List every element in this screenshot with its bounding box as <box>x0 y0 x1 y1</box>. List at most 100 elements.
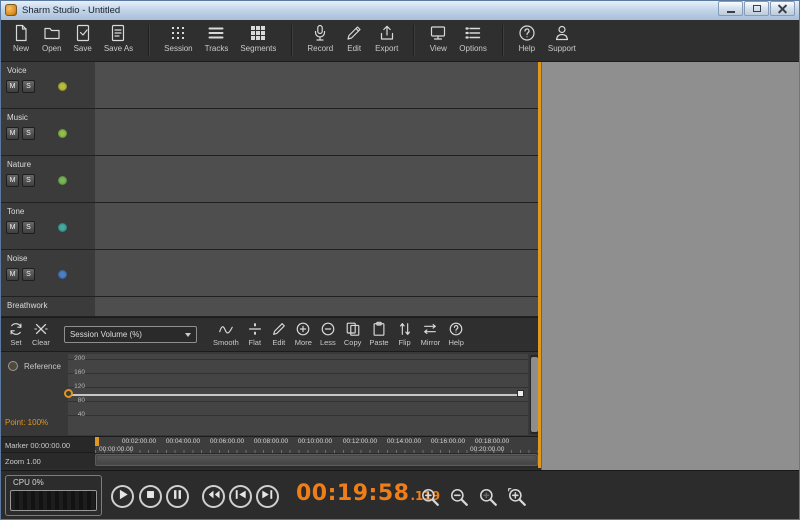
save-as-button[interactable]: Save As <box>98 20 139 61</box>
mute-button[interactable]: M <box>6 127 19 140</box>
export-button[interactable]: Export <box>369 20 404 61</box>
flip-button[interactable]: Flip <box>393 318 417 351</box>
solo-button[interactable]: S <box>22 268 35 281</box>
track-header[interactable]: Music M S <box>0 109 95 155</box>
horizontal-scrollbar[interactable] <box>95 454 538 466</box>
track-lane[interactable] <box>95 109 538 155</box>
ruler-end-label: 00:20:00.00 <box>470 446 504 453</box>
session-button[interactable]: Session <box>158 20 198 61</box>
edit-button[interactable]: Edit <box>339 20 369 61</box>
track-header[interactable]: Tone M S <box>0 203 95 249</box>
arrange-group: Session Tracks Segments <box>158 20 282 61</box>
stop-button[interactable] <box>139 485 162 508</box>
segments-button[interactable]: Segments <box>234 20 282 61</box>
grid-line <box>68 373 528 374</box>
mute-button[interactable]: M <box>6 80 19 93</box>
track-color-dot[interactable] <box>58 129 67 138</box>
mute-button[interactable]: M <box>6 174 19 187</box>
track-lane[interactable] <box>95 250 538 296</box>
new-button[interactable]: New <box>6 20 36 61</box>
minimize-button[interactable] <box>718 1 743 16</box>
track-row: Music M S <box>0 109 538 156</box>
mirror-button[interactable]: Mirror <box>417 318 445 351</box>
pause-button[interactable] <box>166 485 189 508</box>
skip-end-button[interactable] <box>256 485 279 508</box>
edit-envelope-button[interactable]: Edit <box>267 318 291 351</box>
rewind-button[interactable] <box>202 485 225 508</box>
play-button[interactable] <box>111 485 134 508</box>
title-bar[interactable]: Sharm Studio - Untitled <box>0 0 800 20</box>
envelope-help-button[interactable]: Help <box>444 318 468 351</box>
skip-start-button[interactable] <box>229 485 252 508</box>
flat-button[interactable]: Flat <box>243 318 267 351</box>
view-button[interactable]: View <box>423 20 453 61</box>
solo-button[interactable]: S <box>22 127 35 140</box>
track-lane[interactable] <box>95 297 538 316</box>
envelope-graph[interactable]: 200 160 120 80 40 <box>68 354 528 435</box>
mute-button[interactable]: M <box>6 268 19 281</box>
toolbar-label: More <box>295 338 312 347</box>
smooth-button[interactable]: Smooth <box>209 318 243 351</box>
track-name: Music <box>7 113 28 122</box>
more-button[interactable]: More <box>291 318 316 351</box>
track-color-dot[interactable] <box>58 82 67 91</box>
track-header[interactable]: Nature M S <box>0 156 95 202</box>
envelope-selector[interactable]: Session Volume (%) <box>64 326 197 343</box>
reference-label: Reference <box>24 362 61 371</box>
track-name: Breathwork <box>7 301 47 310</box>
skip-start-icon <box>231 485 250 509</box>
track-lane[interactable] <box>95 156 538 202</box>
reference-radio[interactable] <box>8 361 18 371</box>
envelope-end-handle[interactable] <box>517 390 524 397</box>
track-color-dot[interactable] <box>58 176 67 185</box>
zoom-in-button[interactable] <box>420 487 440 507</box>
less-button[interactable]: Less <box>316 318 340 351</box>
zoom-out-button[interactable] <box>449 487 469 507</box>
clear-cross-icon <box>33 320 49 337</box>
envelope-start-point[interactable] <box>64 389 73 398</box>
record-button[interactable]: Record <box>301 20 339 61</box>
zoom-fit-button[interactable] <box>507 487 527 507</box>
track-row: Breathwork <box>0 297 538 317</box>
options-button[interactable]: Options <box>453 20 493 61</box>
scrollbar-thumb[interactable] <box>97 456 536 464</box>
track-color-dot[interactable] <box>58 223 67 232</box>
app-logo-icon <box>5 4 17 16</box>
solo-button[interactable]: S <box>22 221 35 234</box>
track-header[interactable]: Breathwork <box>0 297 95 316</box>
session-grid-icon <box>169 23 187 42</box>
toolbar-label: Open <box>42 44 62 53</box>
paste-button[interactable]: Paste <box>365 318 392 351</box>
clear-button[interactable]: Clear <box>28 318 54 351</box>
close-button[interactable] <box>770 1 795 16</box>
mute-button[interactable]: M <box>6 221 19 234</box>
support-button[interactable]: Support <box>542 20 582 61</box>
skip-end-icon <box>258 485 277 509</box>
help-button[interactable]: Help <box>512 20 542 61</box>
y-axis-label: 200 <box>69 355 85 362</box>
track-header[interactable]: Voice M S <box>0 62 95 108</box>
rewind-icon <box>204 485 223 509</box>
track-lane[interactable] <box>95 62 538 108</box>
maximize-icon <box>753 5 761 12</box>
envelope-value-line[interactable] <box>68 394 520 396</box>
set-button[interactable]: Set <box>4 318 28 351</box>
track-header[interactable]: Noise M S <box>0 250 95 296</box>
solo-button[interactable]: S <box>22 80 35 93</box>
save-button[interactable]: Save <box>68 20 98 61</box>
toolbar-label: Flip <box>399 338 411 347</box>
ruler-start-label: 00:00:00.00 <box>99 446 133 453</box>
track-color-dot[interactable] <box>58 270 67 279</box>
copy-button[interactable]: Copy <box>340 318 366 351</box>
track-lane[interactable] <box>95 203 538 249</box>
zoom-reset-button[interactable] <box>478 487 498 507</box>
solo-button[interactable]: S <box>22 174 35 187</box>
scrollbar-thumb[interactable] <box>531 357 538 432</box>
maximize-button[interactable] <box>744 1 769 16</box>
envelope-toolbar: Set Clear Session Volume (%) Smooth Flat… <box>0 317 538 352</box>
timeline-ruler[interactable]: 00:02:00.00 00:04:00.00 00:06:00.00 00:0… <box>95 437 538 453</box>
toolbar-label: Save <box>74 44 92 53</box>
grid-line <box>68 415 528 416</box>
open-button[interactable]: Open <box>36 20 68 61</box>
tracks-button[interactable]: Tracks <box>199 20 235 61</box>
